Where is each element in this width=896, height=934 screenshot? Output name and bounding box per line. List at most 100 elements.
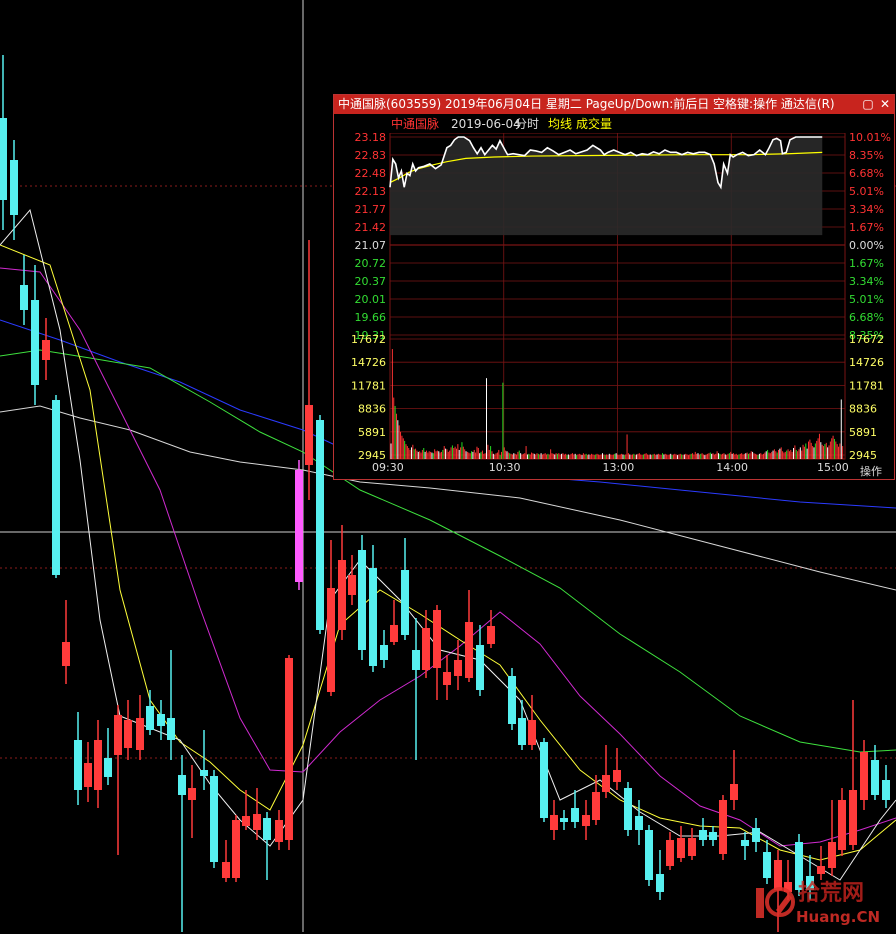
kline-candle [487, 610, 495, 648]
time-tick-label: 15:00 [817, 461, 849, 474]
kline-candle [849, 700, 857, 850]
kline-candle [613, 748, 621, 790]
volume-tick-label-right: 2945 [849, 449, 877, 462]
pct-tick-label: 3.34% [849, 203, 884, 216]
kline-candle [882, 765, 890, 808]
volume-tick-label-right: 8836 [849, 403, 877, 416]
kline-candle [31, 265, 39, 405]
price-tick-label: 21.07 [355, 239, 387, 252]
watermark-graphic: 拾荒网 Huang.CN [756, 880, 880, 926]
intraday-chart[interactable]: 23.18 10.01% 22.83 8.35% 22.48 6.68% 22.13 5.01… [334, 133, 894, 479]
kline-candle [390, 600, 398, 645]
kline-candle [752, 818, 760, 852]
kline-candle [338, 525, 346, 640]
time-tick-label: 09:30 [372, 461, 404, 474]
kline-candle [571, 790, 579, 828]
chart-date: 2019-06-04 [451, 117, 521, 131]
kline-candle [699, 818, 707, 846]
chart-kind-label: 分时 [515, 117, 540, 131]
close-icon[interactable]: ✕ [878, 97, 892, 111]
pct-tick-label: 8.35% [849, 149, 884, 162]
price-tick-label: 21.77 [355, 203, 387, 216]
kline-candle [518, 700, 526, 750]
intraday-popup-window[interactable]: 中通国脉(603559) 2019年06月04日 星期二 PageUp/Down… [333, 94, 895, 480]
volume-tick-label: 14726 [351, 356, 386, 369]
pct-tick-label: 5.01% [849, 293, 884, 306]
kline-candle [295, 460, 303, 590]
kline-candle [741, 832, 749, 860]
kline-candle [688, 828, 696, 860]
time-tick-label: 13:00 [603, 461, 635, 474]
kline-candle [624, 782, 632, 836]
kline-candle [528, 695, 536, 750]
stock-name-label: 中通国脉 [391, 117, 440, 131]
kline-candle [476, 625, 484, 696]
volume-tick-label: 8836 [358, 403, 386, 416]
price-tick-label: 22.13 [355, 185, 387, 198]
pct-tick-label: 10.01% [849, 133, 891, 144]
volume-tick-label: 11781 [351, 379, 386, 392]
kline-candle [560, 810, 568, 830]
svg-text:Huang.CN: Huang.CN [796, 908, 880, 926]
kline-candle [124, 700, 132, 760]
volume-tick-label: 5891 [358, 426, 386, 439]
kline-candle [0, 55, 7, 230]
kline-candle [838, 788, 846, 856]
kline-candle [677, 826, 685, 862]
kline-candle [114, 705, 122, 855]
kline-candle [454, 640, 462, 690]
kline-candle [508, 668, 516, 730]
kline-candle [62, 600, 70, 684]
kline-candle [84, 742, 92, 802]
time-tick-label: 14:00 [716, 461, 748, 474]
kline-candle [20, 255, 28, 325]
kline-candle [146, 690, 154, 735]
kline-candle [860, 740, 868, 810]
kline-candle [582, 800, 590, 840]
kline-candle [369, 545, 377, 672]
time-tick-label: 10:30 [489, 461, 521, 474]
popup-titlebar[interactable]: 中通国脉(603559) 2019年06月04日 星期二 PageUp/Down… [334, 95, 894, 114]
pct-tick-label: 1.67% [849, 221, 884, 234]
kline-candle [316, 415, 324, 634]
price-tick-label: 20.01 [355, 293, 387, 306]
operations-button[interactable]: 操作 [856, 465, 886, 479]
kline-candle [730, 750, 738, 810]
kline-candle [592, 775, 600, 825]
kline-candle [285, 655, 293, 850]
price-tick-label: 20.37 [355, 275, 387, 288]
svg-text:拾荒网: 拾荒网 [798, 880, 864, 906]
pct-tick-label: 6.68% [849, 167, 884, 180]
kline-candle [305, 240, 313, 500]
kline-candle [433, 605, 441, 700]
kline-candle [94, 720, 102, 808]
kline-candle [401, 538, 409, 640]
site-watermark-logo: 拾荒网 Huang.CN [752, 872, 892, 930]
price-tick-label: 22.83 [355, 149, 387, 162]
popup-title: 中通国脉(603559) 2019年06月04日 星期二 PageUp/Down… [338, 97, 835, 111]
pct-tick-label: 5.01% [849, 185, 884, 198]
kline-candle [222, 840, 230, 882]
kline-candle [719, 795, 727, 860]
kline-candle [412, 618, 420, 760]
kline-candle [465, 590, 473, 682]
kline-candle [275, 810, 283, 850]
kline-candle [871, 745, 879, 800]
avg-line-label: 均线 [548, 117, 573, 131]
kline-candle [167, 650, 175, 760]
pct-tick-label: 0.00% [849, 239, 884, 252]
price-tick-label: 20.72 [355, 257, 387, 270]
volume-label: 成交量 [576, 117, 613, 131]
chart-header: 中通国脉 2019-06-04 分时 均线 成交量 [334, 115, 854, 133]
kline-candle [42, 318, 50, 380]
kline-candle [602, 745, 610, 798]
kline-candle [74, 712, 82, 805]
kline-candle [188, 765, 196, 838]
kline-candle [348, 555, 356, 605]
kline-candle [210, 770, 218, 868]
restore-icon[interactable]: ▢ [861, 97, 875, 111]
kline-candle [52, 395, 60, 578]
volume-tick-label: 17672 [351, 333, 386, 346]
kline-candle [358, 535, 366, 660]
volume-tick-label-right: 17672 [849, 333, 884, 346]
